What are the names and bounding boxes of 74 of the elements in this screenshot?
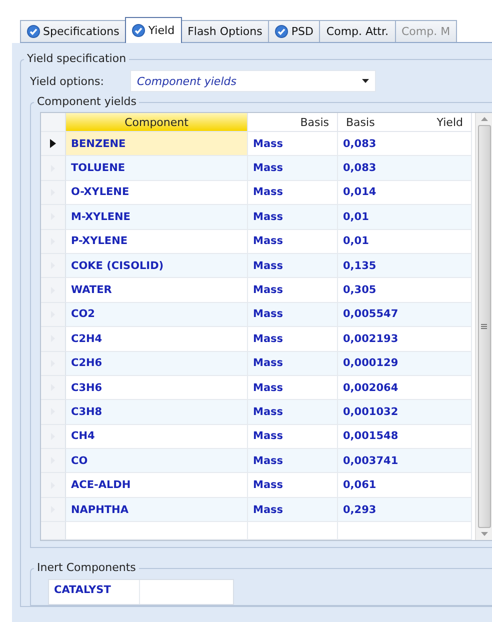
table-cell: Mass bbox=[248, 327, 338, 352]
table-cell: 0,014 bbox=[338, 180, 472, 206]
table-cell: CO bbox=[66, 449, 248, 474]
table-cell: 0,083 bbox=[338, 156, 472, 181]
table-cell: Mass bbox=[248, 473, 338, 498]
table-cell: Mass bbox=[248, 278, 338, 303]
scrollbar[interactable] bbox=[475, 113, 492, 540]
checkmark-icon bbox=[275, 25, 288, 38]
column-header[interactable]: Component bbox=[66, 113, 248, 132]
table-cell: Mass bbox=[248, 302, 338, 328]
scroll-down-icon bbox=[480, 532, 488, 536]
column-header[interactable]: Basis bbox=[248, 113, 338, 132]
table-cell: 0,003741 bbox=[338, 449, 472, 474]
table-cell: M-XYLENE bbox=[66, 205, 248, 230]
yield-options-dropdown[interactable]: Component yields bbox=[130, 70, 376, 92]
tab[interactable]: Comp. Attr. bbox=[319, 20, 396, 42]
table-cell: 0,005547 bbox=[338, 302, 472, 328]
field-label: Yield options: bbox=[30, 74, 105, 88]
table-cell: 0,002193 bbox=[338, 327, 472, 352]
table-cell: Mass bbox=[248, 205, 338, 230]
table-cell: Mass bbox=[248, 180, 338, 206]
table-cell: NAPHTHA bbox=[66, 498, 248, 522]
table-cell: 0,135 bbox=[338, 254, 472, 278]
row-header[interactable] bbox=[41, 132, 66, 156]
group-title: Component yields bbox=[34, 95, 140, 109]
checkmark-icon bbox=[27, 25, 40, 38]
table-cell: 0,305 bbox=[338, 278, 472, 303]
table-cell: Mass bbox=[248, 424, 338, 450]
tab[interactable]: Specifications bbox=[20, 20, 126, 42]
column-header[interactable]: Basis Yield bbox=[338, 113, 472, 132]
table-cell: Mass bbox=[248, 376, 338, 400]
table-cell: 0,000129 bbox=[338, 352, 472, 376]
table-cell: Mass bbox=[248, 132, 338, 156]
table-cell: C2H6 bbox=[66, 352, 248, 376]
table-cell: ACE-ALDH bbox=[66, 473, 248, 498]
checkmark-icon bbox=[132, 24, 146, 37]
table-cell: BENZENE bbox=[66, 132, 248, 156]
table-cell: 0,002064 bbox=[338, 376, 472, 400]
table-cell: 0,061 bbox=[338, 473, 472, 498]
table-cell: Mass bbox=[248, 352, 338, 376]
table-cell: Mass bbox=[248, 156, 338, 181]
table-cell: O-XYLENE bbox=[66, 180, 248, 206]
table-cell: Mass bbox=[248, 449, 338, 474]
group-title: Inert Components bbox=[34, 561, 139, 576]
dropdown-caret-icon bbox=[362, 79, 369, 83]
table-cell: Mass bbox=[248, 400, 338, 425]
table-cell: CO2 bbox=[66, 302, 248, 328]
header-text: Basis bbox=[346, 116, 375, 128]
table-cell: Mass bbox=[248, 230, 338, 254]
table-cell: 0,01 bbox=[338, 205, 472, 230]
table-cell: C2H4 bbox=[66, 327, 248, 352]
table-cell: C3H6 bbox=[66, 376, 248, 400]
tab[interactable]: PSD bbox=[268, 20, 320, 42]
table-cell: P-XYLENE bbox=[66, 230, 248, 254]
table-cell: WATER bbox=[66, 278, 248, 303]
table-cell: CH4 bbox=[66, 424, 248, 450]
table-cell: 0,001548 bbox=[338, 424, 472, 450]
scroll-up-icon bbox=[480, 117, 488, 121]
table-cell: 0,01 bbox=[338, 230, 472, 254]
table-cell: 0,083 bbox=[338, 132, 472, 156]
header-text: Yield bbox=[436, 116, 463, 128]
table-cell: C3H8 bbox=[66, 400, 248, 425]
table-cell: COKE (CISOLID) bbox=[66, 254, 248, 278]
group-title: Yield specification bbox=[24, 52, 130, 66]
table-cell: Mass bbox=[248, 254, 338, 278]
tab[interactable]: Flash Options bbox=[180, 20, 270, 42]
tab[interactable]: Yield bbox=[125, 17, 182, 43]
table-cell: Mass bbox=[248, 498, 338, 522]
table-cell: TOLUENE bbox=[66, 156, 248, 181]
current-row-icon bbox=[50, 139, 56, 148]
table-cell: 0,293 bbox=[338, 498, 472, 522]
table-cell: CATALYST bbox=[49, 580, 140, 604]
table-cell: 0,001032 bbox=[338, 400, 472, 425]
grip-icon bbox=[481, 324, 487, 330]
